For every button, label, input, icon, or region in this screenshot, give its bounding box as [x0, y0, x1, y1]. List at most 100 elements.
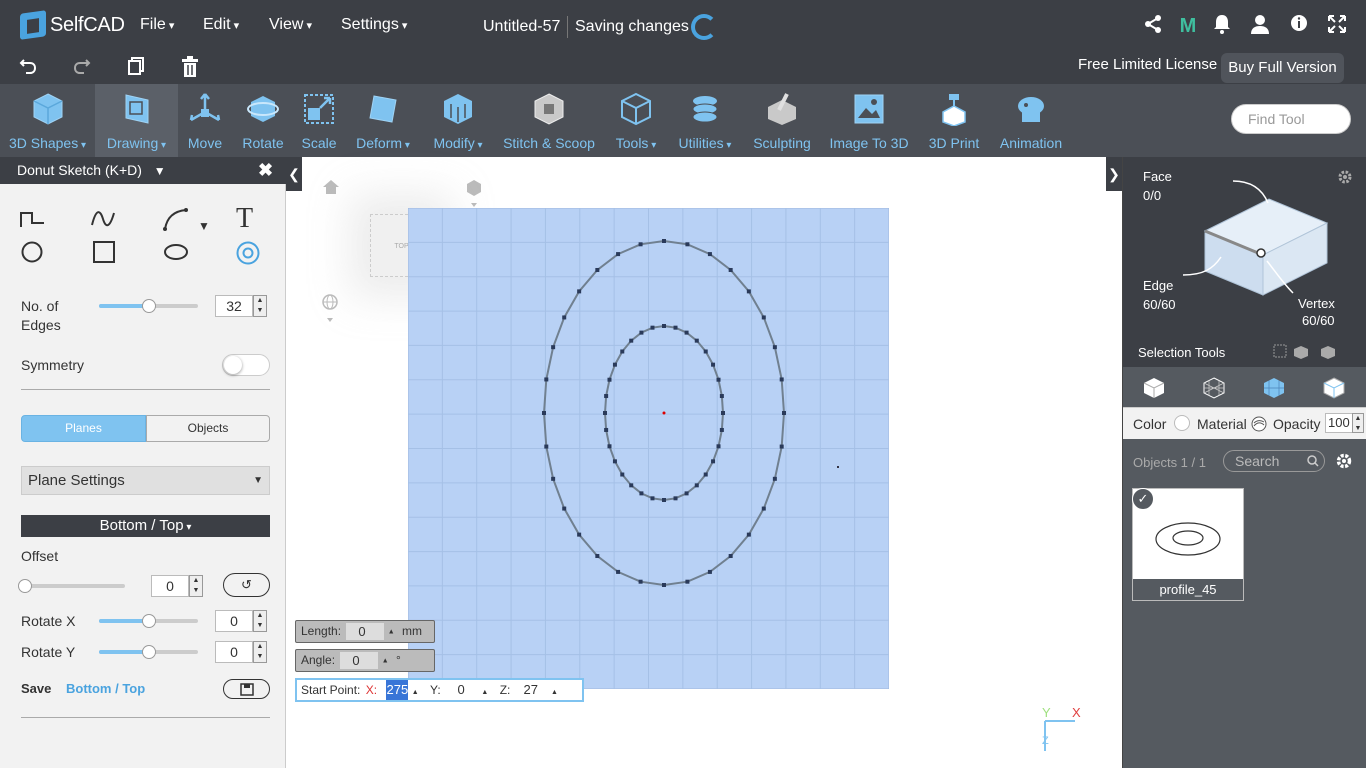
panel-dropdown-icon[interactable]: ▼ [154, 164, 166, 178]
vertex-point[interactable] [707, 569, 712, 574]
offset-stepper[interactable]: ▲ ▼ [189, 575, 203, 597]
vertex-point[interactable] [694, 483, 699, 488]
vertex-point[interactable] [544, 377, 549, 382]
vertex-point[interactable] [703, 349, 708, 354]
ellipse-tool-icon[interactable] [164, 244, 188, 260]
tool-modify[interactable]: Modify [426, 84, 490, 157]
edges-input[interactable]: 32 [215, 295, 253, 317]
plane-settings-dropdown[interactable]: Plane Settings ▼ [21, 466, 270, 495]
plane-select[interactable]: Bottom / Top [21, 515, 270, 537]
buy-full-version-button[interactable]: Buy Full Version [1221, 53, 1344, 83]
menu-view[interactable]: View [269, 16, 312, 34]
tool-deform[interactable]: Deform [350, 84, 416, 157]
globe-view-icon[interactable] [322, 294, 338, 324]
tool-utilities[interactable]: Utilities [672, 84, 738, 157]
tool-3d-shapes[interactable]: 3D Shapes [0, 84, 95, 157]
angle-input[interactable]: 0 [340, 652, 379, 670]
opacity-input[interactable]: 100 [1325, 413, 1353, 433]
vertex-point[interactable] [684, 330, 689, 335]
m-brand-icon[interactable]: M [1176, 14, 1200, 38]
vertex-point[interactable] [616, 252, 621, 257]
rotate-x-slider-knob[interactable] [141, 614, 156, 628]
tool-drawing[interactable]: Drawing [95, 84, 178, 157]
checkmark-icon[interactable]: ✓ [1132, 488, 1154, 510]
z-input[interactable]: 27 [514, 680, 548, 700]
vertex-point[interactable] [761, 506, 766, 511]
collapse-right-panel-icon[interactable]: ❯ [1106, 157, 1122, 191]
circle-tool-icon[interactable] [21, 241, 43, 263]
tab-objects[interactable]: Objects [146, 415, 270, 442]
vertex-point[interactable] [638, 242, 643, 247]
vertex-point[interactable] [779, 444, 784, 449]
vertex-point[interactable] [694, 338, 699, 343]
vertex-point[interactable] [577, 289, 582, 294]
vertex-point[interactable] [662, 239, 666, 243]
x-stepper[interactable]: ▲ [412, 689, 419, 696]
offset-slider[interactable] [18, 579, 125, 593]
vertex-point[interactable] [662, 583, 666, 587]
vertex-point[interactable] [603, 411, 607, 415]
curve-icon[interactable] [90, 209, 116, 229]
info-icon[interactable] [1287, 14, 1311, 38]
mesh-view-icon[interactable] [1263, 377, 1285, 399]
vertex-point[interactable] [711, 459, 716, 464]
wireframe-view-icon[interactable] [1203, 377, 1225, 399]
vertex-point[interactable] [719, 394, 724, 399]
vertex-point[interactable] [612, 459, 617, 464]
y-stepper[interactable]: ▲ [481, 689, 488, 696]
vertex-point[interactable] [604, 427, 609, 432]
vertex-point[interactable] [716, 377, 721, 382]
vertex-point[interactable] [650, 325, 655, 330]
rotate-x-slider[interactable] [99, 614, 198, 628]
vertex-point[interactable] [673, 325, 678, 330]
vertex-point[interactable] [779, 377, 784, 382]
vertex-point[interactable] [595, 267, 600, 272]
vertex-point[interactable] [772, 476, 777, 481]
vertex-point[interactable] [685, 242, 690, 247]
find-tool-input[interactable]: Find Tool [1231, 104, 1351, 134]
redo-icon[interactable] [70, 56, 94, 80]
text-tool-icon[interactable]: T [236, 203, 253, 235]
edges-slider-knob[interactable] [141, 299, 156, 313]
vertex-point[interactable] [604, 394, 609, 399]
rotate-x-input[interactable]: 0 [215, 610, 253, 632]
vertex-point[interactable] [673, 496, 678, 501]
selfcad-logo[interactable]: SelfCAD [20, 10, 125, 40]
bezier-icon[interactable] [162, 207, 190, 231]
opacity-stepper[interactable]: ▲ ▼ [1352, 413, 1364, 433]
tool-scale[interactable]: Scale [292, 84, 346, 157]
length-input[interactable]: 0 [346, 623, 385, 641]
vertex-point[interactable] [746, 289, 751, 294]
menu-edit[interactable]: Edit [203, 16, 239, 34]
vertex-point[interactable] [551, 345, 556, 350]
camera-view-icon[interactable] [466, 179, 482, 209]
vertex-point[interactable] [716, 444, 721, 449]
tool-sculpting[interactable]: Sculpting [748, 84, 816, 157]
vertex-point[interactable] [703, 472, 708, 477]
object-card[interactable]: ✓ profile_45 [1132, 488, 1244, 601]
rotate-y-slider[interactable] [99, 645, 198, 659]
document-name[interactable]: Untitled-57 [483, 18, 560, 36]
vertex-point[interactable] [562, 506, 567, 511]
vertex-point[interactable] [728, 267, 733, 272]
vertex-point[interactable] [707, 252, 712, 257]
xray-view-icon[interactable] [1323, 377, 1345, 399]
rectangle-tool-icon[interactable] [93, 241, 115, 263]
trash-icon[interactable] [178, 56, 202, 80]
vertex-point[interactable] [650, 496, 655, 501]
edges-slider[interactable] [99, 299, 198, 313]
collapse-left-panel-icon[interactable]: ❮ [286, 157, 302, 191]
offset-reset-icon[interactable]: ↺ [223, 573, 270, 597]
sketch-plane[interactable] [408, 208, 889, 689]
tab-planes[interactable]: Planes [21, 415, 146, 442]
vertex-point[interactable] [607, 377, 612, 382]
angle-stepper[interactable]: ▲ [382, 657, 389, 664]
tool-rotate[interactable]: Rotate [236, 84, 290, 157]
vertex-point[interactable] [620, 349, 625, 354]
vertex-point[interactable] [684, 491, 689, 496]
rotate-x-stepper[interactable]: ▲ ▼ [253, 610, 267, 632]
vertex-point[interactable] [551, 476, 556, 481]
vertex-point[interactable] [577, 532, 582, 537]
symmetry-toggle[interactable] [222, 354, 270, 376]
vertex-point[interactable] [638, 579, 643, 584]
